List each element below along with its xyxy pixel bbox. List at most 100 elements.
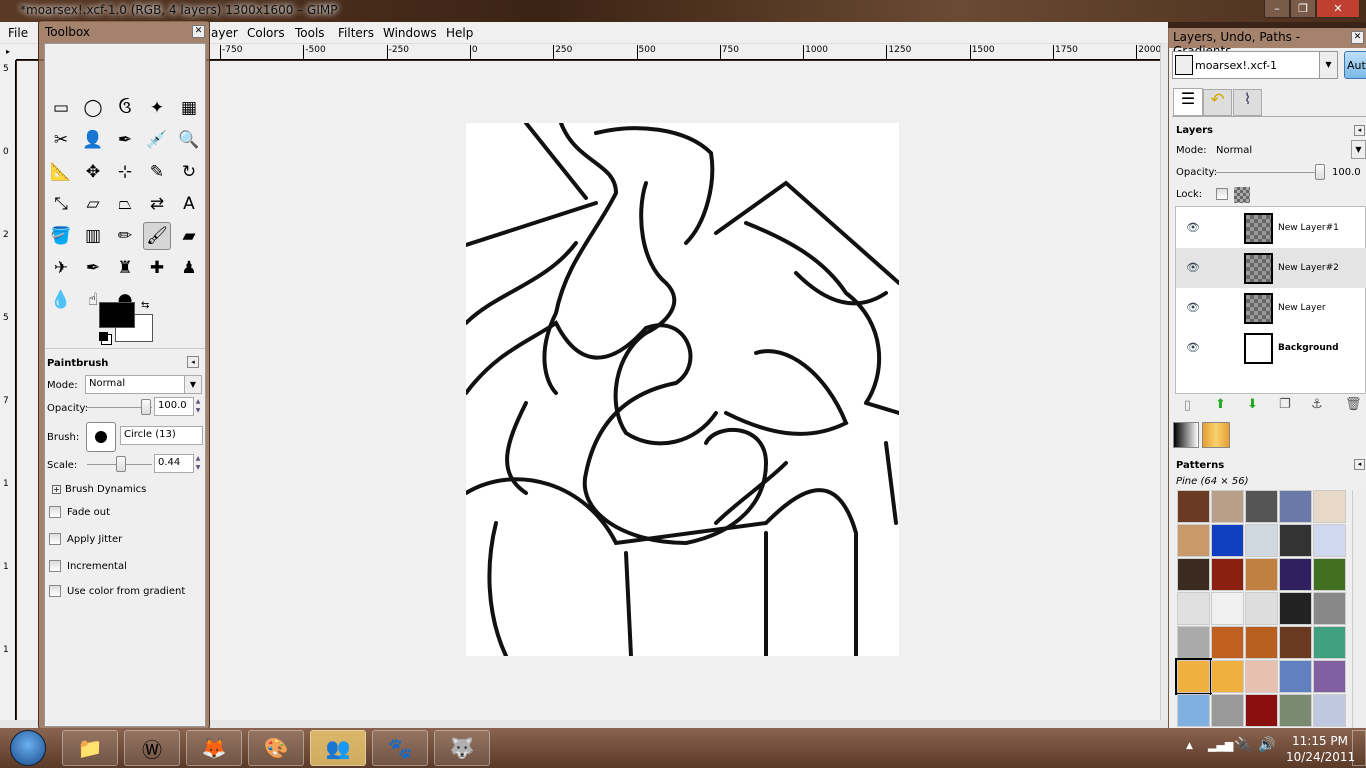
layer-row[interactable]: 👁 New Layer#1 — [1176, 208, 1366, 248]
taskbar-paw-button[interactable]: 🐾 — [372, 730, 428, 766]
tab-layers[interactable]: ☰ — [1173, 88, 1203, 116]
visibility-eye-icon[interactable]: 👁 — [1186, 301, 1200, 314]
pattern-swatch[interactable] — [1177, 490, 1210, 523]
clock-date[interactable]: 10/24/2011 — [1286, 750, 1355, 764]
blur-tool-icon[interactable]: 💧 — [47, 286, 75, 314]
clock-time[interactable]: 11:15 PM — [1292, 734, 1348, 748]
pattern-swatch[interactable] — [1279, 524, 1312, 557]
pattern-swatch[interactable] — [1279, 490, 1312, 523]
pattern-swatch[interactable] — [1211, 626, 1244, 659]
shear-tool-icon[interactable]: ▱ — [79, 190, 107, 218]
menu-colors[interactable]: Colors — [247, 26, 285, 40]
dock-close-button[interactable]: ✕ — [1351, 31, 1364, 44]
layer-row[interactable]: 👁 New Layer — [1176, 288, 1366, 328]
foreground-select-tool-icon[interactable]: 👤 — [79, 126, 107, 154]
brush-name-field[interactable]: Circle (13) — [120, 426, 203, 445]
menu-tools[interactable]: Tools — [295, 26, 325, 40]
blend-tool-icon[interactable]: ▥ — [79, 222, 107, 250]
gradient-color-checkbox[interactable] — [49, 585, 61, 597]
perspective-clone-tool-icon[interactable]: ♟ — [175, 254, 203, 282]
pattern-swatch[interactable] — [1177, 524, 1210, 557]
rect-select-tool-icon[interactable]: ▭ — [47, 94, 75, 122]
scissors-select-tool-icon[interactable]: ✂ — [47, 126, 75, 154]
default-colors-icon[interactable] — [99, 332, 108, 341]
scale-input[interactable]: 0.44 — [154, 454, 194, 473]
airbrush-tool-icon[interactable]: ✈ — [47, 254, 75, 282]
pattern-swatch[interactable] — [1177, 694, 1210, 727]
pattern-swatch[interactable] — [1313, 592, 1346, 625]
pattern-swatch[interactable] — [1279, 694, 1312, 727]
quick-mask-icon[interactable]: ▸ — [0, 44, 16, 60]
zoom-tool-icon[interactable]: 🔍 — [175, 126, 203, 154]
layer-row[interactable]: 👁 New Layer#2 — [1176, 248, 1366, 288]
layer-mode-select[interactable]: Normal — [1216, 145, 1252, 156]
taskbar-firefox-button[interactable]: 🦊 — [186, 730, 242, 766]
mode-select[interactable]: Normal ▼ — [85, 375, 202, 394]
duplicate-layer-icon[interactable]: ❐ — [1279, 397, 1291, 412]
pencil-tool-icon[interactable]: ✏ — [111, 222, 139, 250]
scale-tool-icon[interactable]: ⤡ — [47, 190, 75, 218]
minimize-button[interactable]: – — [1264, 0, 1290, 18]
scale-slider-handle[interactable] — [116, 456, 126, 472]
clone-tool-icon[interactable]: ♜ — [111, 254, 139, 282]
pattern-swatch[interactable] — [1279, 592, 1312, 625]
color-picker-tool-icon[interactable]: 💉 — [143, 126, 171, 154]
bucket-fill-tool-icon[interactable]: 🪣 — [47, 222, 75, 250]
pattern-swatch[interactable] — [1177, 592, 1210, 625]
pattern-swatch[interactable] — [1313, 660, 1346, 693]
tab-undo[interactable]: ↶ — [1203, 89, 1232, 116]
pattern-swatch[interactable] — [1211, 694, 1244, 727]
image-selector[interactable]: moarsex!.xcf-1 ▼ — [1172, 51, 1338, 79]
visibility-eye-icon[interactable]: 👁 — [1186, 261, 1200, 274]
image-canvas[interactable] — [464, 121, 901, 658]
show-desktop-button[interactable] — [1352, 730, 1366, 766]
patterns-scrollbar[interactable] — [1352, 490, 1366, 728]
show-hidden-icons[interactable]: ▲ — [1186, 741, 1193, 751]
chevron-down-icon[interactable]: ▼ — [1351, 140, 1366, 159]
lower-layer-icon[interactable]: ⬇ — [1247, 397, 1258, 412]
scale-spinner[interactable]: ▲ ▼ — [194, 454, 202, 473]
pattern-swatch[interactable] — [1245, 660, 1278, 693]
flip-tool-icon[interactable]: ⇄ — [143, 190, 171, 218]
pattern-swatch[interactable] — [1211, 660, 1244, 693]
visibility-eye-icon[interactable]: 👁 — [1186, 341, 1200, 354]
auto-button[interactable]: Auto — [1344, 51, 1366, 79]
pattern-swatch[interactable] — [1177, 558, 1210, 591]
incremental-checkbox[interactable] — [49, 560, 61, 572]
fuzzy-select-tool-icon[interactable]: ✦ — [143, 94, 171, 122]
pattern-swatch[interactable] — [1245, 558, 1278, 591]
pattern-swatch[interactable] — [1211, 490, 1244, 523]
ink-tool-icon[interactable]: ✒ — [79, 254, 107, 282]
perspective-tool-icon[interactable]: ⏢ — [111, 190, 139, 218]
brush-dynamics-expander[interactable]: Brush Dynamics — [65, 484, 146, 495]
configure-tab-icon[interactable]: ◂ — [1354, 459, 1365, 470]
pattern-swatch[interactable] — [1313, 558, 1346, 591]
menu-layer[interactable]: ayer — [211, 26, 238, 40]
vertical-scrollbar[interactable] — [1160, 44, 1168, 720]
taskbar-gimp-button[interactable]: 🐺 — [434, 730, 490, 766]
pattern-swatch[interactable] — [1175, 658, 1212, 695]
pattern-swatch[interactable] — [1313, 626, 1346, 659]
configure-tab-icon[interactable]: ◂ — [187, 356, 199, 368]
lock-pixels-checkbox[interactable] — [1216, 188, 1228, 200]
taskbar-messenger-button[interactable]: 👥 — [310, 730, 366, 766]
new-layer-icon[interactable]: ▯ — [1184, 398, 1191, 413]
crop-tool-icon[interactable]: ✎ — [143, 158, 171, 186]
delete-layer-icon[interactable]: 🗑 — [1345, 397, 1362, 412]
menu-filters[interactable]: Filters — [338, 26, 374, 40]
configure-tab-icon[interactable]: ◂ — [1354, 125, 1365, 136]
apply-jitter-checkbox[interactable] — [49, 533, 61, 545]
taskbar-warcraft-button[interactable]: Ⓦ — [124, 730, 180, 766]
opacity-spinner[interactable]: ▲ ▼ — [194, 397, 202, 416]
paths-tool-icon[interactable]: ✒ — [111, 126, 139, 154]
layer-opacity-handle[interactable] — [1315, 164, 1325, 180]
lock-alpha-icon[interactable] — [1234, 187, 1250, 203]
pattern-swatch[interactable] — [1211, 524, 1244, 557]
text-tool-icon[interactable]: A — [175, 190, 203, 218]
move-tool-icon[interactable]: ✥ — [79, 158, 107, 186]
rotate-tool-icon[interactable]: ↻ — [175, 158, 203, 186]
taskbar-explorer-button[interactable]: 📁 — [62, 730, 118, 766]
pattern-swatch[interactable] — [1211, 558, 1244, 591]
menu-file[interactable]: File — [8, 26, 28, 40]
ellipse-select-tool-icon[interactable]: ◯ — [79, 94, 107, 122]
